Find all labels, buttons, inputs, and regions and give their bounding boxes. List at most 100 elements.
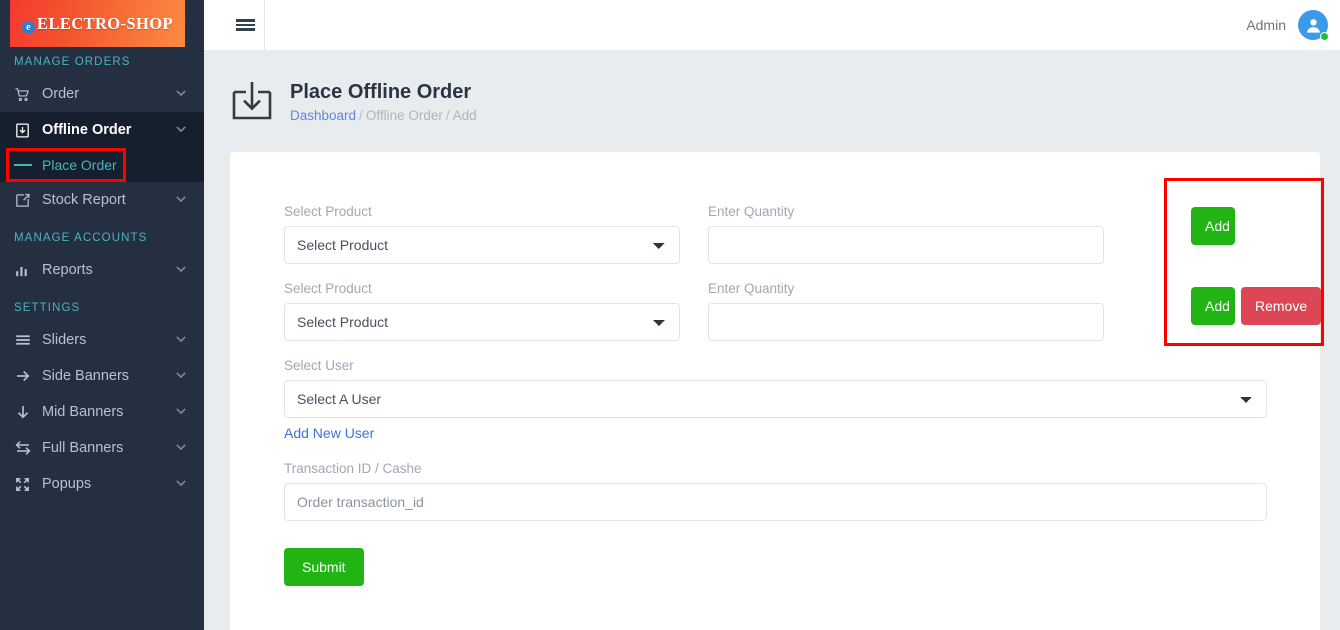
sidebar-item-label: Offline Order (42, 122, 132, 138)
select-product-2[interactable]: Select Product (284, 303, 680, 341)
breadcrumb-item-offline-order: Offline Order (365, 108, 443, 123)
sidebar-item-reports[interactable]: Reports (0, 252, 204, 288)
expand-icon (14, 475, 36, 493)
hamburger-bar (235, 23, 255, 27)
brand-logo[interactable]: e ELECTRO-SHOP (10, 0, 185, 47)
chevron-down-icon (176, 443, 186, 454)
sidebar-heading-manage-accounts: MANAGE ACCOUNTS (14, 232, 148, 244)
sidebar-item-label: Reports (42, 262, 93, 278)
bar-chart-icon (14, 261, 36, 279)
submit-button[interactable]: Submit (284, 548, 364, 586)
user-avatar-icon[interactable] (1298, 10, 1329, 41)
quantity-input-2[interactable] (708, 303, 1104, 341)
sidebar-item-label: Mid Banners (42, 404, 124, 420)
row-actions-highlight-box: Add Add Remove (1164, 178, 1324, 346)
brand-mark-icon: e (22, 20, 36, 34)
sidebar-item-label: Popups (42, 476, 92, 492)
select-user[interactable]: Select A User (284, 380, 1267, 418)
chevron-down-icon (176, 479, 186, 490)
chevron-down-icon (176, 265, 186, 276)
product-row-1: Select Product Select Product Enter Quan… (284, 204, 1274, 264)
dash-icon (14, 164, 32, 166)
user-field-group: Select User Select A User Add New User (284, 358, 1267, 443)
sidebar-item-sliders[interactable]: Sliders (0, 322, 204, 358)
sidebar-item-place-order[interactable]: Place Order (0, 148, 204, 182)
admin-label: Admin (1246, 17, 1286, 33)
chevron-down-icon (176, 335, 186, 346)
sidebar-item-label: Side Banners (42, 368, 130, 384)
menu-lines-icon (14, 331, 36, 349)
sidebar-item-full-banners[interactable]: Full Banners (0, 430, 204, 466)
row-actions-second: Add Remove (1191, 287, 1322, 325)
arrow-down-icon (14, 403, 36, 421)
sidebar-heading-settings: SETTINGS (14, 302, 81, 314)
breadcrumb: Dashboard / Offline Order / Add (290, 108, 477, 123)
add-new-user-link[interactable]: Add New User (284, 425, 374, 441)
breadcrumb-link-dashboard[interactable]: Dashboard (290, 108, 356, 123)
add-row-button-2[interactable]: Add (1191, 287, 1235, 325)
sidebar-item-label: Order (42, 86, 80, 102)
transaction-field-group: Transaction ID / Cashe (284, 461, 1267, 521)
quantity-field-group-2: Enter Quantity (708, 281, 1104, 341)
product-row-2: Select Product Select Product Enter Quan… (284, 178, 1324, 346)
brand-name: ELECTRO-SHOP (37, 13, 173, 33)
offline-order-form: Select Product Select Product Enter Quan… (284, 178, 1324, 586)
remove-row-button[interactable]: Remove (1241, 287, 1322, 325)
sidebar: Product Excel Upload MANAGE ORDERS (0, 0, 204, 630)
topbar-divider (264, 0, 265, 50)
page-header-text: Place Offline Order Dashboard / Offline Or… (290, 79, 477, 123)
select-product-label-1: Select Product (284, 204, 372, 219)
breadcrumb-separator: / (359, 108, 363, 123)
brand-logo-text: e ELECTRO-SHOP (22, 14, 173, 34)
chevron-down-icon (176, 89, 186, 100)
page-title: Place Offline Order (290, 81, 472, 103)
chevron-down-icon (176, 195, 186, 206)
chevron-down-icon (176, 371, 186, 382)
breadcrumb-item-current: Add (452, 108, 477, 123)
hamburger-bar (235, 19, 255, 22)
download-inbox-icon (228, 77, 276, 125)
arrows-exchange-icon (14, 439, 36, 457)
cart-icon (14, 85, 36, 103)
sidebar-item-mid-banners[interactable]: Mid Banners (0, 394, 204, 430)
sidebar-heading-manage-orders: MANAGE ORDERS (14, 56, 131, 68)
topbar: Admin (204, 0, 1340, 50)
quantity-input-1[interactable] (708, 226, 1104, 264)
sidebar-item-label: Place Order (42, 157, 117, 173)
app-root: Product Excel Upload MANAGE ORDERS (0, 0, 1340, 630)
sidebar-scroll-region[interactable]: Product Excel Upload MANAGE ORDERS (0, 0, 204, 502)
sidebar-item-side-banners[interactable]: Side Banners (0, 358, 204, 394)
transaction-id-input[interactable] (284, 483, 1267, 521)
sidebar-item-label: Stock Report (42, 192, 126, 208)
select-product-1[interactable]: Select Product (284, 226, 680, 264)
submit-row: Submit (284, 548, 1274, 586)
online-status-dot (1320, 32, 1329, 41)
hamburger-icon[interactable] (220, 0, 270, 50)
chevron-down-icon (176, 407, 186, 418)
product-field-group-2: Select Product Select Product (284, 281, 680, 341)
arrow-right-icon (14, 367, 36, 385)
download-box-icon (14, 121, 36, 139)
select-product-label-2: Select Product (284, 281, 372, 296)
sidebar-item-stock-report[interactable]: Stock Report (0, 182, 204, 218)
sidebar-item-label: Sliders (42, 332, 87, 348)
breadcrumb-separator: / (445, 108, 450, 123)
row-actions: Add Add Remove (1167, 181, 1322, 343)
add-row-button-1[interactable]: Add (1191, 207, 1235, 245)
product-field-group-1: Select Product Select Product (284, 204, 680, 264)
quantity-field-group-1: Enter Quantity (708, 204, 1104, 264)
sidebar-item-offline-order[interactable]: Offline Order (0, 112, 204, 148)
chevron-down-icon (176, 125, 186, 136)
enter-quantity-label-1: Enter Quantity (708, 204, 795, 219)
sidebar-item-label: Full Banners (42, 440, 124, 456)
select-user-label: Select User (284, 358, 354, 373)
sidebar-item-popups[interactable]: Popups (0, 466, 204, 502)
enter-quantity-label-2: Enter Quantity (708, 281, 795, 296)
transaction-id-label: Transaction ID / Cashe (284, 461, 422, 476)
form-card: Select Product Select Product Enter Quan… (230, 152, 1324, 630)
page-header: Place Offline Order Dashboard / Offline Or… (204, 50, 1340, 152)
hamburger-bar (235, 28, 255, 31)
sidebar-submenu-offline-order: Place Order (0, 148, 204, 182)
admin-menu[interactable]: Admin (1246, 0, 1329, 50)
sidebar-item-order[interactable]: Order (0, 76, 204, 112)
